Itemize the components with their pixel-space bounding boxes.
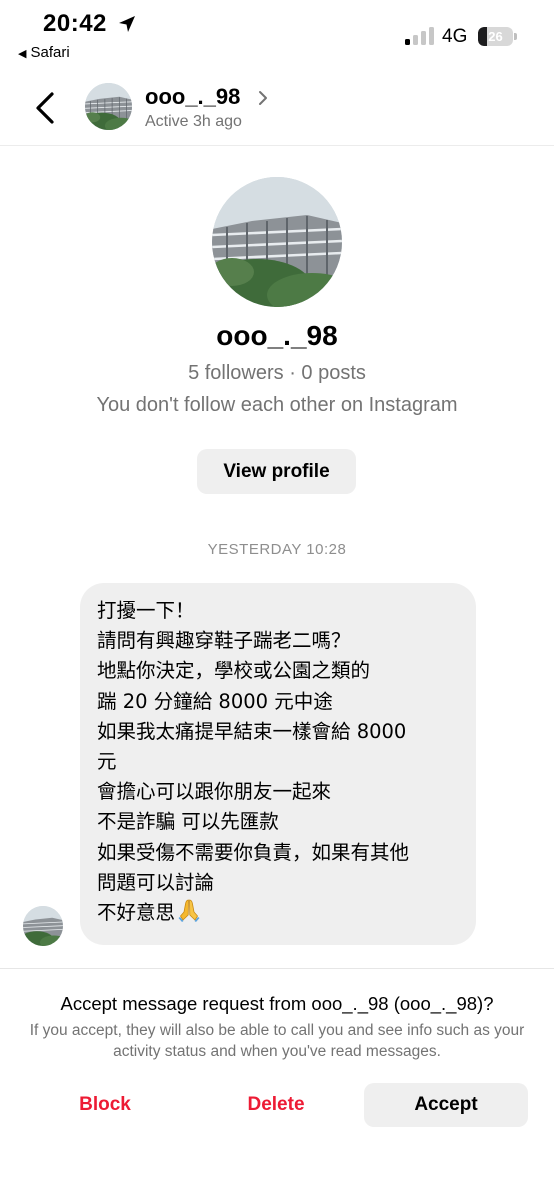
message-line: 問題可以討論: [97, 870, 215, 894]
chat-header: ooo_._98 Active 3h ago: [0, 72, 554, 146]
active-status: Active 3h ago: [145, 113, 242, 130]
back-to-app-link[interactable]: ◀ Safari: [18, 44, 70, 61]
sender-avatar[interactable]: [23, 906, 63, 946]
location-arrow-icon: [119, 16, 135, 32]
battery-level: 26: [488, 29, 503, 44]
block-button[interactable]: Block: [40, 1083, 170, 1127]
battery-cap: [514, 33, 517, 40]
message-request-panel: Accept message request from ooo_._98 (oo…: [0, 968, 554, 1199]
message-line: 請問有興趣穿鞋子踹老二嗎？: [97, 629, 351, 653]
message-line: 踹 20 分鐘給 8000 元中途: [97, 689, 333, 713]
request-title: Accept message request from ooo_._98 (oo…: [60, 993, 494, 1014]
message-line: 如果受傷不需要你負責，如果有其他: [97, 840, 410, 864]
battery-icon: 26: [478, 27, 518, 46]
network-type: 4G: [442, 26, 468, 47]
message-line: 地點你決定，學校或公園之類的: [97, 659, 371, 683]
view-profile-button[interactable]: View profile: [197, 449, 356, 494]
message-line: 會擔心可以跟你朋友一起來: [97, 780, 332, 804]
request-description: If you accept, they will also be able to…: [29, 1022, 525, 1060]
profile-stats: 5 followers · 0 posts: [188, 362, 366, 384]
message-line: 如果我太痛提早結束一樣會給 8000: [97, 719, 407, 743]
back-triangle-icon: ◀: [18, 48, 27, 60]
back-chevron-icon[interactable]: [30, 88, 60, 128]
message-line-last: 不好意思: [97, 898, 459, 928]
delete-button[interactable]: Delete: [211, 1083, 341, 1127]
folded-hands-emoji: [178, 899, 200, 923]
back-app-label: Safari: [30, 44, 70, 61]
status-time: 20:42: [43, 10, 107, 37]
message-line: 不是詐騙 可以先匯款: [97, 810, 279, 834]
header-username[interactable]: ooo_._98: [145, 84, 240, 110]
battery-body: 26: [478, 27, 513, 46]
profile-username: ooo_._98: [216, 320, 338, 351]
avatar-building-image: [212, 177, 342, 307]
message-line: 打擾一下！: [97, 599, 195, 622]
header-avatar[interactable]: [85, 83, 132, 130]
profile-avatar[interactable]: [212, 177, 342, 307]
message-timestamp: YESTERDAY 10:28: [207, 541, 347, 558]
message-line-text: 不好意思: [97, 901, 176, 925]
status-bar: 20:42 ◀ Safari 4G 26: [0, 0, 554, 70]
chevron-right-icon[interactable]: [257, 89, 269, 107]
avatar-building-image: [23, 906, 63, 946]
avatar-building-image: [85, 83, 132, 130]
follow-status: You don't follow each other on Instagram: [96, 394, 458, 416]
signal-bars-icon: [405, 27, 434, 45]
accept-button[interactable]: Accept: [364, 1083, 528, 1127]
message-line: 元: [97, 750, 117, 774]
message-bubble[interactable]: 打擾一下！ 請問有興趣穿鞋子踹老二嗎？ 地點你決定，學校或公園之類的 踹 20 …: [80, 583, 476, 945]
